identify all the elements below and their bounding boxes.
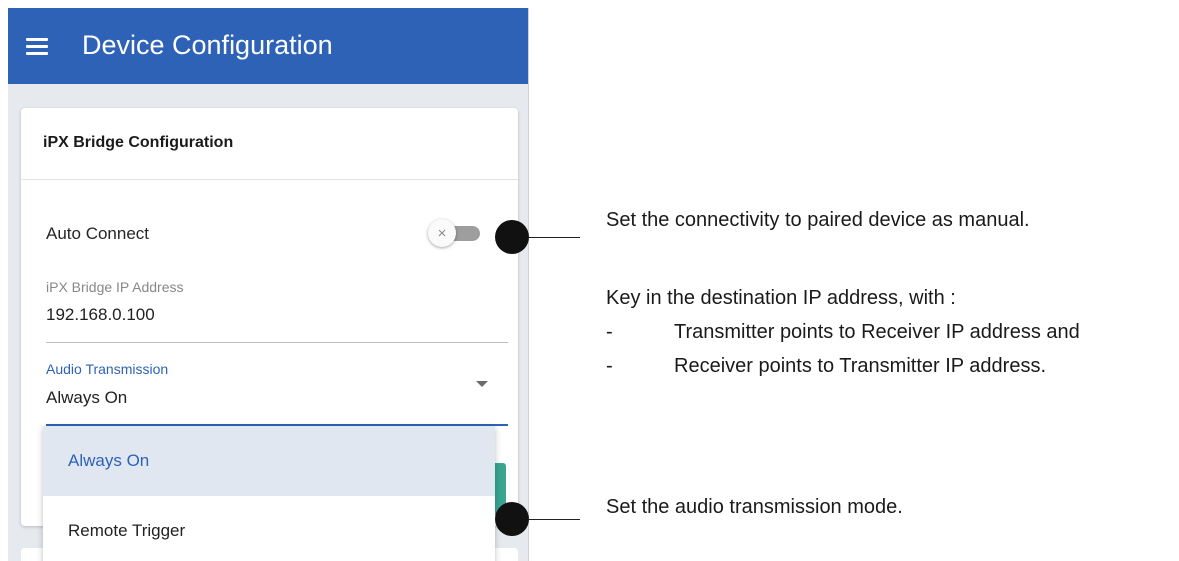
ip-address-label: iPX Bridge IP Address — [46, 279, 184, 295]
callout-line-auto-connect — [529, 237, 580, 238]
audio-options-menu: Always On Remote Trigger — [43, 426, 495, 561]
option-label: Always On — [68, 451, 150, 470]
callout-text-audio-mode: Set the audio transmission mode. — [606, 496, 903, 518]
card-divider — [21, 179, 518, 180]
auto-connect-label: Auto Connect — [46, 224, 150, 243]
ip-field-underline — [46, 342, 508, 343]
audio-transmission-value: Always On — [46, 388, 128, 407]
app-screen: Device Configuration iPX Bridge Configur… — [8, 8, 529, 561]
ip-address-value: 192.168.0.100 — [46, 305, 155, 324]
bullet-text: Receiver points to Transmitter IP addres… — [674, 355, 1047, 377]
option-always-on[interactable]: Always On — [43, 426, 495, 496]
bullet-text: Transmitter points to Receiver IP addres… — [674, 321, 1080, 343]
page-title: Device Configuration — [82, 30, 333, 60]
callout-line-audio-mode — [529, 519, 580, 520]
callout-text-auto-connect: Set the connectivity to paired device as… — [606, 209, 1030, 231]
bullet-dash: - — [606, 355, 613, 377]
ip-address-field[interactable]: iPX Bridge IP Address 192.168.0.100 — [46, 275, 508, 343]
callout-text-ip-address: Key in the destination IP address, with … — [606, 287, 956, 309]
app-bar: Device Configuration — [8, 8, 528, 84]
card-title: iPX Bridge Configuration — [43, 134, 234, 151]
dropdown-arrow-icon[interactable] — [476, 381, 488, 387]
callout-dot-auto-connect — [495, 220, 529, 254]
close-icon: × — [437, 224, 447, 242]
audio-transmission-label: Audio Transmission — [46, 361, 169, 377]
callout-dot-audio-mode — [495, 502, 529, 536]
bullet-dash: - — [606, 321, 613, 343]
option-remote-trigger[interactable]: Remote Trigger — [43, 496, 495, 561]
toggle-knob: × — [428, 219, 456, 247]
option-label: Remote Trigger — [68, 521, 186, 540]
audio-transmission-select[interactable]: Audio Transmission Always On — [46, 361, 508, 426]
hamburger-menu-icon[interactable] — [26, 35, 48, 55]
auto-connect-toggle[interactable]: × — [428, 219, 486, 249]
